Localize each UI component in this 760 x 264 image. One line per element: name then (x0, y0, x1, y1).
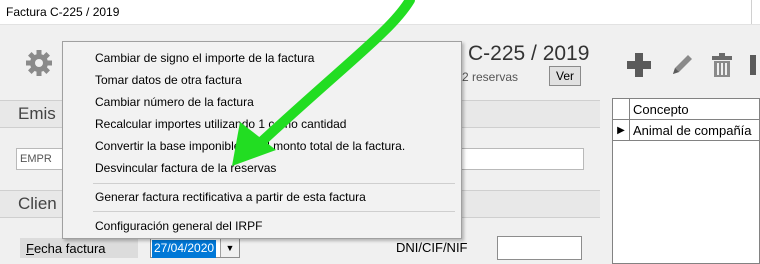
conceptos-grid[interactable]: Concepto ▶ Animal de compañía (612, 98, 760, 264)
chevron-down-icon[interactable]: ▼ (220, 239, 239, 257)
title-bar: Factura C-225 / 2019 (0, 0, 760, 25)
menu-item-cambiar-numero[interactable]: Cambiar número de la factura (95, 95, 254, 109)
menu-item-tomar-datos[interactable]: Tomar datos de otra factura (95, 73, 242, 87)
delete-icon[interactable] (707, 50, 737, 80)
menu-separator (93, 211, 455, 212)
emisor-section-label: Emis (18, 104, 56, 123)
menu-item-cambiar-signo[interactable]: Cambiar de signo el importe de la factur… (95, 51, 314, 65)
edit-icon[interactable] (667, 50, 697, 80)
add-icon[interactable] (624, 50, 654, 80)
dni-label: DNI/CIF/NIF (396, 240, 468, 255)
menu-separator (93, 183, 455, 184)
concepto-column-header[interactable]: Concepto (633, 102, 689, 117)
gear-icon[interactable] (24, 48, 54, 78)
grid-header: Concepto (613, 99, 760, 120)
window-edge (751, 0, 760, 24)
ver-button[interactable]: Ver (549, 66, 581, 86)
row-pointer-icon: ▶ (613, 120, 630, 140)
fecha-factura-picker[interactable]: 27/04/2020 ▼ (150, 238, 240, 258)
menu-item-factura-rectificativa[interactable]: Generar factura rectificativa a partir d… (95, 190, 366, 204)
window-title: Factura C-225 / 2019 (6, 5, 120, 19)
menu-item-configuracion-irpf[interactable]: Configuración general del IRPF (95, 219, 262, 233)
context-menu: Cambiar de signo el importe de la factur… (62, 41, 462, 239)
next-icon[interactable] (748, 50, 760, 80)
menu-item-convertir-base[interactable]: Convertir la base imponible en el monto … (95, 139, 405, 153)
dni-input[interactable] (497, 236, 582, 260)
fecha-accesskey: F (26, 241, 34, 256)
cliente-section-label: Clien (18, 194, 57, 213)
table-row[interactable]: ▶ Animal de compañía (613, 120, 760, 141)
invoice-number-heading: C-225 / 2019 (468, 42, 590, 65)
concepto-cell[interactable]: Animal de compañía (633, 123, 752, 138)
grid-corner (613, 99, 630, 119)
menu-item-desvincular[interactable]: Desvincular factura de la reservas (95, 161, 276, 175)
menu-item-recalcular[interactable]: Recalcular importes utilizando 1 como ca… (95, 117, 346, 131)
fecha-label-rest: echa factura (33, 241, 106, 256)
fecha-factura-value[interactable]: 27/04/2020 (152, 240, 217, 258)
fecha-factura-label: Fecha factura (20, 238, 138, 258)
